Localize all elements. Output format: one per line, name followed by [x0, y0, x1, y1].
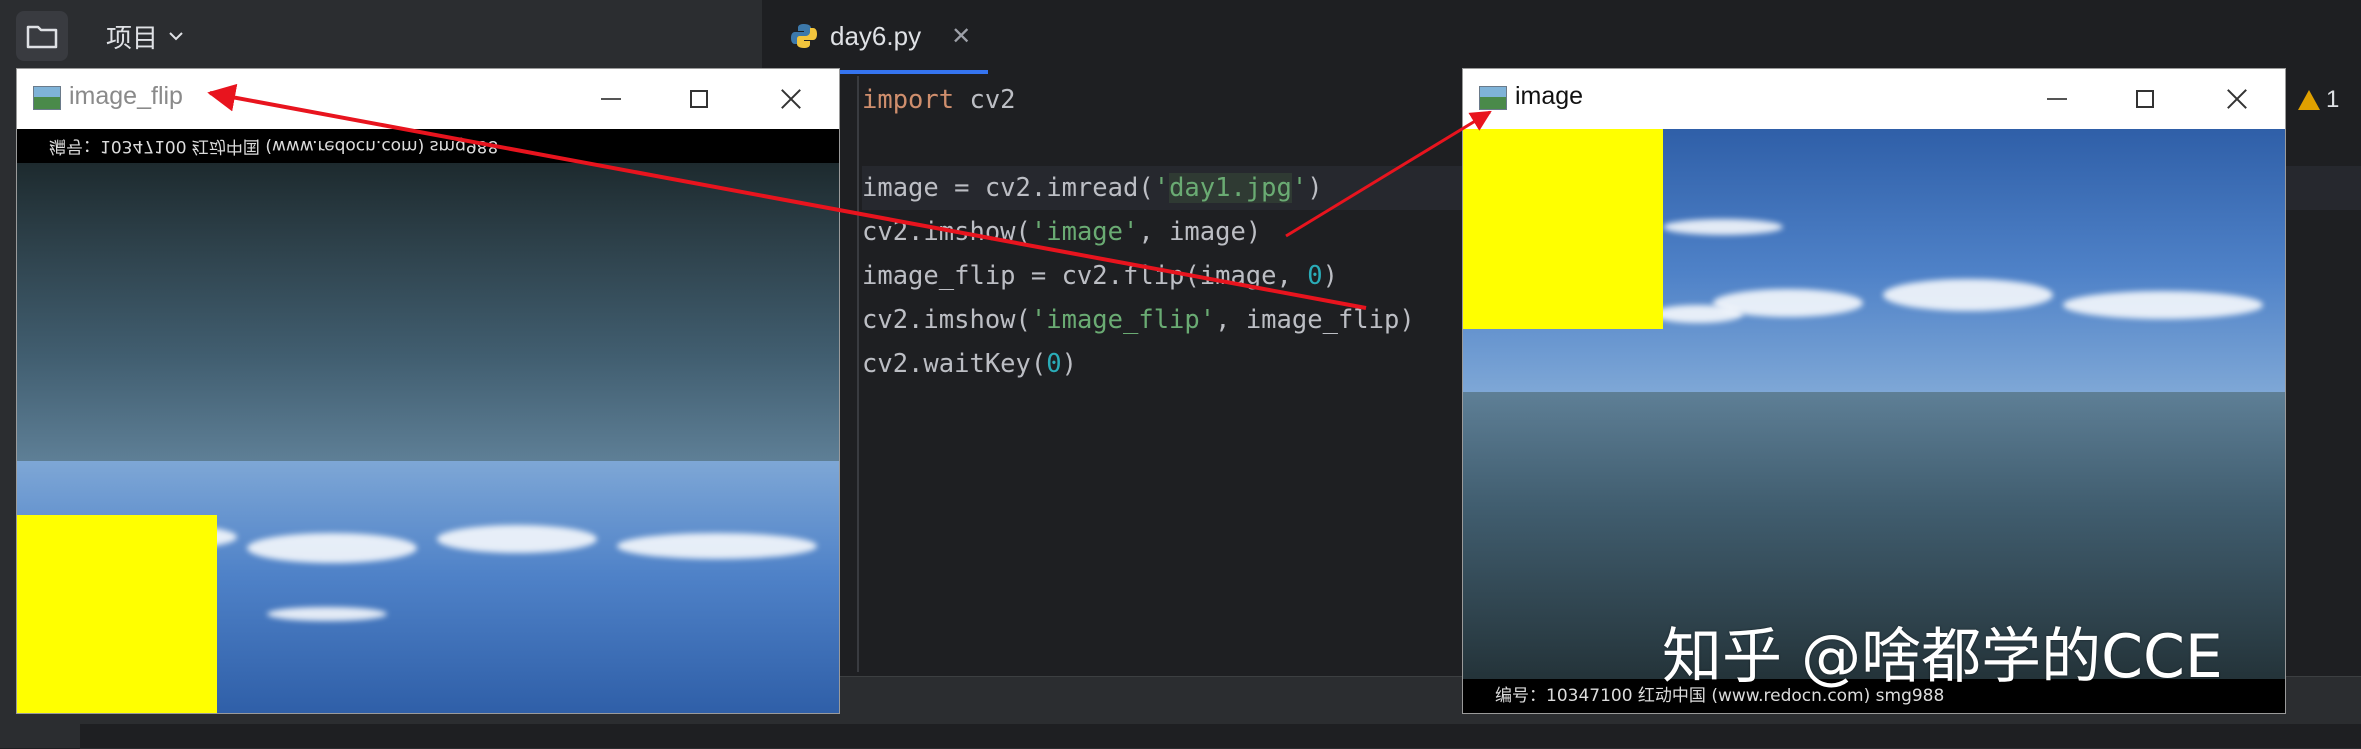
- code-line-4: cv2.imshow('image', image): [862, 210, 1261, 254]
- close-tab-icon[interactable]: ✕: [951, 22, 971, 51]
- code-line-6: cv2.imshow('image_flip', image_flip): [862, 298, 1415, 342]
- close-icon: [2226, 88, 2248, 110]
- cloud: [267, 607, 387, 621]
- editor-tab-bar: [762, 0, 2361, 72]
- maximize-icon: [2136, 90, 2154, 108]
- minimize-icon: [2047, 98, 2067, 100]
- minimize-button[interactable]: [581, 79, 641, 119]
- code-token: 'image_flip': [1030, 305, 1216, 335]
- code-token: ): [1307, 173, 1323, 203]
- cloud: [1663, 219, 1783, 235]
- close-button[interactable]: [761, 79, 821, 119]
- app-icon: [33, 86, 61, 110]
- yellow-rectangle: [1463, 129, 1663, 329]
- code-token: cv2.waitKey(: [862, 349, 1047, 379]
- minimize-icon: [601, 98, 621, 100]
- tab-label: day6.py: [830, 20, 922, 51]
- folder-icon: [26, 25, 58, 49]
- warning-icon: [2298, 90, 2320, 110]
- code-token: ': [1153, 173, 1170, 203]
- project-folder-button[interactable]: [16, 11, 68, 61]
- code-line-3: image = cv2.imread('day1.jpg'): [862, 166, 1323, 210]
- code-token: cv2.imshow(: [862, 217, 1031, 247]
- image-flip-window[interactable]: image_flip 编号：10347100 红动中国 (www.redocn.…: [16, 68, 840, 714]
- chevron-down-icon: [169, 32, 183, 41]
- code-token: ): [1322, 261, 1338, 291]
- window-title: image_flip: [69, 82, 183, 110]
- tab-day6-py[interactable]: day6.py ✕: [762, 0, 988, 72]
- code-token: image_flip = cv2.flip(image,: [862, 261, 1308, 291]
- code-token: import: [862, 85, 955, 115]
- site-watermark: 知乎 @啥都学的CCE: [1662, 622, 2223, 692]
- app-icon: [1479, 86, 1507, 110]
- maximize-icon: [690, 90, 708, 108]
- code-token: ': [1291, 173, 1308, 203]
- minimize-button[interactable]: [2027, 79, 2087, 119]
- window-title-bar[interactable]: image: [1463, 69, 2285, 129]
- yellow-rectangle: [17, 515, 217, 713]
- warning-count: 1: [2326, 86, 2340, 113]
- flipped-image: 编号：10347100 红动中国 (www.redocn.com) smg988: [17, 129, 839, 713]
- cloud: [1883, 279, 2053, 311]
- gutter-divider: [857, 76, 859, 672]
- sea-region: [17, 163, 839, 461]
- code-line-5: image_flip = cv2.flip(image, 0): [862, 254, 1338, 298]
- code-token: 0: [1307, 261, 1323, 291]
- code-token: ): [1061, 349, 1077, 379]
- code-token: cv2: [954, 85, 1016, 115]
- cloud: [617, 533, 817, 559]
- cloud: [2063, 291, 2263, 319]
- maximize-button[interactable]: [669, 79, 729, 119]
- inspection-warnings[interactable]: 1: [2298, 86, 2339, 114]
- code-line-7: cv2.waitKey(0): [862, 342, 1077, 386]
- project-menu-label: 项目: [106, 23, 159, 54]
- code-token: , image): [1138, 217, 1262, 247]
- code-token: image = cv2.imread(: [862, 173, 1154, 203]
- close-icon: [780, 88, 802, 110]
- code-line-1: import cv2: [862, 78, 1016, 122]
- code-token: 0: [1046, 349, 1062, 379]
- image-watermark-bar: 编号：10347100 红动中国 (www.redocn.com) smg988: [17, 129, 839, 163]
- window-title: image: [1515, 82, 1584, 110]
- maximize-button[interactable]: [2115, 79, 2175, 119]
- status-bar: [80, 724, 2361, 748]
- cloud: [247, 533, 417, 563]
- cloud: [1653, 305, 1743, 323]
- project-menu[interactable]: 项目: [106, 16, 184, 56]
- close-button[interactable]: [2207, 79, 2267, 119]
- code-token: , image_flip): [1215, 305, 1415, 335]
- window-title-bar[interactable]: image_flip: [17, 69, 839, 129]
- code-string-highlight: day1.jpg: [1169, 173, 1292, 203]
- python-file-icon: [791, 24, 817, 48]
- code-token: cv2.imshow(: [862, 305, 1031, 335]
- code-token: 'image': [1030, 217, 1139, 247]
- cloud: [437, 525, 597, 553]
